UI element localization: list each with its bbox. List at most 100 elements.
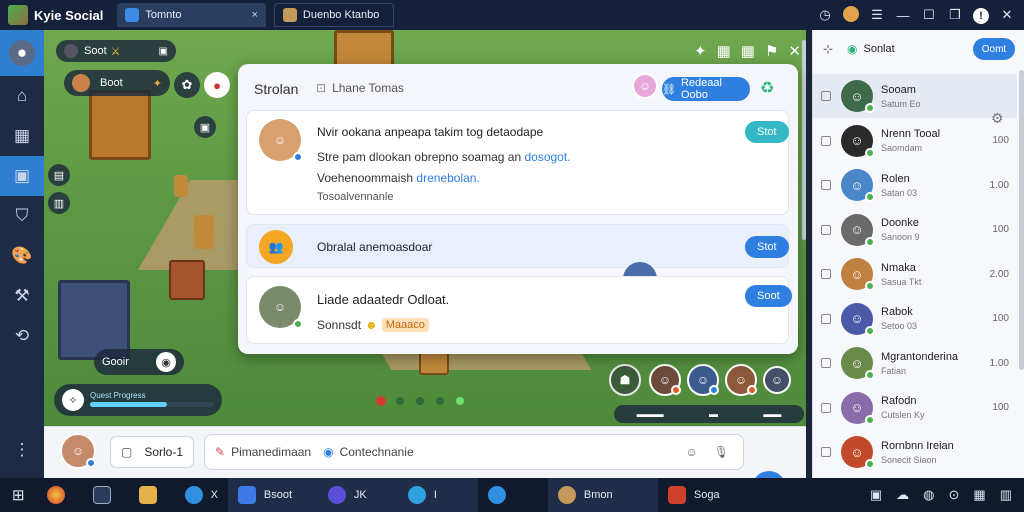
redeem-button[interactable]: ⛓ Redeaal Oobo [662, 77, 750, 101]
friends-scrollbar[interactable] [1019, 70, 1024, 370]
page-dot[interactable] [416, 397, 424, 405]
craft-icon[interactable]: ▥ [48, 192, 70, 214]
goal-pill[interactable]: Gooir ◉ [94, 349, 184, 375]
party-avatar[interactable]: ☺ [687, 364, 719, 396]
menu-icon[interactable]: ☰ [864, 7, 890, 23]
page-dot[interactable] [456, 397, 464, 405]
alert-icon[interactable]: ● [204, 72, 230, 98]
shield-icon[interactable]: ⛉ [0, 196, 44, 236]
post-action-button[interactable]: Stot [745, 121, 789, 143]
friend-checkbox[interactable] [821, 313, 831, 324]
friend-row[interactable]: ☺ Sooam Satum Eo [813, 74, 1017, 118]
taskbar-app[interactable]: JK [317, 478, 398, 512]
post-link[interactable]: dosogot. [524, 150, 570, 164]
volume-icon[interactable]: ◍ [923, 487, 934, 503]
page-dot[interactable] [376, 396, 386, 406]
history-icon[interactable]: ⟲ [0, 316, 44, 356]
taskbar-app-x[interactable]: X [175, 478, 228, 512]
tab-duenbo[interactable]: Duenbo Ktanbo [273, 3, 394, 27]
map-icon[interactable]: ▣ [0, 156, 44, 196]
tab-lhane-tomas[interactable]: ⊡ Lhane Tomas [316, 81, 404, 95]
friend-checkbox[interactable] [821, 180, 831, 190]
friend-row[interactable]: ☺ Rolen Satan 03 1.00 [813, 163, 1017, 207]
panel-user-avatar[interactable]: ☺ [632, 73, 658, 99]
cloud-icon[interactable]: ☁ [896, 487, 909, 503]
settings-gear-icon[interactable]: ⚙ [991, 110, 1004, 127]
friend-checkbox[interactable] [821, 135, 831, 146]
browser-icon[interactable] [37, 478, 83, 512]
post-card[interactable]: ☺ Nvir ookana anpeapa takim tog detaodap… [246, 110, 789, 215]
friend-checkbox[interactable] [821, 91, 831, 101]
network-tray-icon[interactable]: ⊙ [949, 487, 960, 503]
compose-button[interactable]: ▢ Sorlo-1 [110, 436, 194, 468]
friends-action-button[interactable]: Oomt [973, 38, 1015, 60]
close-tab-icon[interactable]: × [251, 9, 257, 21]
post-card[interactable]: ☺ Liade adaatedr Odloat. Sonnsdt ☻ Maaac… [246, 276, 792, 344]
recycle-icon[interactable]: ♻ [760, 78, 774, 98]
friend-row[interactable]: ☺ Doonke Sanoon 9 100 [813, 208, 1017, 252]
restore-icon[interactable]: ❐ [942, 7, 968, 23]
friend-checkbox[interactable] [821, 224, 831, 235]
taskbar-app[interactable] [478, 478, 548, 512]
user-avatar-button[interactable]: ● [0, 30, 44, 76]
chest-icon[interactable]: ▣ [194, 116, 216, 138]
network-icon[interactable]: ⋮ [0, 430, 44, 470]
close-hud-icon[interactable]: ✕ [788, 42, 801, 60]
friend-row[interactable]: ☺ Mgrantonderina Fatian 1.00 [813, 341, 1017, 385]
page-dot[interactable] [396, 397, 404, 405]
emote-icon[interactable]: ✿ [174, 72, 200, 98]
friend-row[interactable]: ☺ Nrenn Tooal Saomdam 100 [813, 119, 1017, 163]
tools-icon[interactable]: ⚒ [0, 276, 44, 316]
friend-row[interactable]: ☺ Rafodn Cutslen Ky 100 [813, 386, 1017, 430]
friend-row[interactable]: ☺ Rornbnn Ireian Sonecit Siaon [813, 430, 1017, 474]
friend-checkbox[interactable] [821, 269, 831, 279]
help-icon[interactable]: ! [968, 7, 994, 24]
close-window-icon[interactable]: ✕ [994, 7, 1020, 23]
grid-icon[interactable]: ▦ [717, 42, 731, 60]
maximize-icon[interactable]: ☐ [916, 7, 942, 23]
profile-icon[interactable] [838, 5, 864, 25]
clock-icon[interactable]: ◷ [812, 7, 838, 23]
coins-pill[interactable]: Boot ✦ [64, 70, 170, 96]
taskbar-app[interactable]: I [397, 478, 478, 512]
palette-icon[interactable]: 🎨 [0, 236, 44, 276]
friend-checkbox[interactable] [821, 447, 831, 457]
party-avatar[interactable]: ☺ [725, 364, 757, 396]
party-avatar[interactable]: ☺ [763, 366, 791, 394]
taskbar-app[interactable]: Bmon [547, 478, 658, 512]
post-card[interactable]: 👥 Obralal anemoasdoar ☺ Stot [246, 224, 789, 296]
party-add-icon[interactable]: ☗ [609, 364, 641, 396]
quest-progress-pill[interactable]: ✧ Quest Progress [54, 384, 222, 416]
microphone-icon[interactable]: 🎙 [714, 445, 729, 459]
game-scrollbar[interactable] [802, 40, 806, 240]
message-input[interactable]: ✎ Pimanedimaan ◉ Contechnanie ☺ 🎙 [204, 434, 744, 470]
start-icon[interactable]: ⊞ [0, 478, 37, 512]
flag-icon[interactable]: ⚑ [765, 42, 778, 60]
post-link[interactable]: drenebolan. [416, 171, 479, 185]
folder-icon[interactable] [129, 478, 175, 512]
page-dot[interactable] [436, 397, 444, 405]
notification-icon[interactable]: ▣ [870, 487, 882, 503]
friend-row[interactable]: ☺ Rabok Setoo 03 100 [813, 297, 1017, 341]
player-pill[interactable]: Soot ⚔ ▣ [56, 40, 176, 62]
post-action-button[interactable]: Soot [745, 285, 792, 307]
inventory-icon[interactable]: ▤ [48, 164, 70, 186]
pin-icon[interactable]: ⊹ [823, 42, 833, 56]
buildings-icon[interactable]: ▦ [0, 116, 44, 156]
party-avatar[interactable]: ☺ [649, 364, 681, 396]
post-action-button[interactable]: Stot [745, 236, 789, 258]
grid-icon[interactable]: ▦ [741, 42, 755, 60]
files-icon[interactable] [83, 478, 129, 512]
friend-row[interactable]: ☺ Nmaka Sasua Tkt 2.00 [813, 252, 1017, 296]
friend-checkbox[interactable] [821, 358, 831, 368]
keyboard-icon[interactable]: ▦ [973, 487, 985, 503]
emoji-icon[interactable]: ☺ [686, 445, 698, 459]
minimize-icon[interactable]: — [890, 8, 916, 23]
friend-checkbox[interactable] [821, 402, 831, 413]
home-icon[interactable]: ⌂ [0, 76, 44, 116]
sparkle-icon[interactable]: ✦ [694, 42, 707, 60]
desktop-icon[interactable]: ▥ [1000, 487, 1012, 503]
tab-tomnto[interactable]: Tomnto × [117, 3, 266, 27]
taskbar-app[interactable]: Soga [658, 478, 738, 512]
taskbar-app[interactable]: Bsoot [227, 478, 318, 512]
